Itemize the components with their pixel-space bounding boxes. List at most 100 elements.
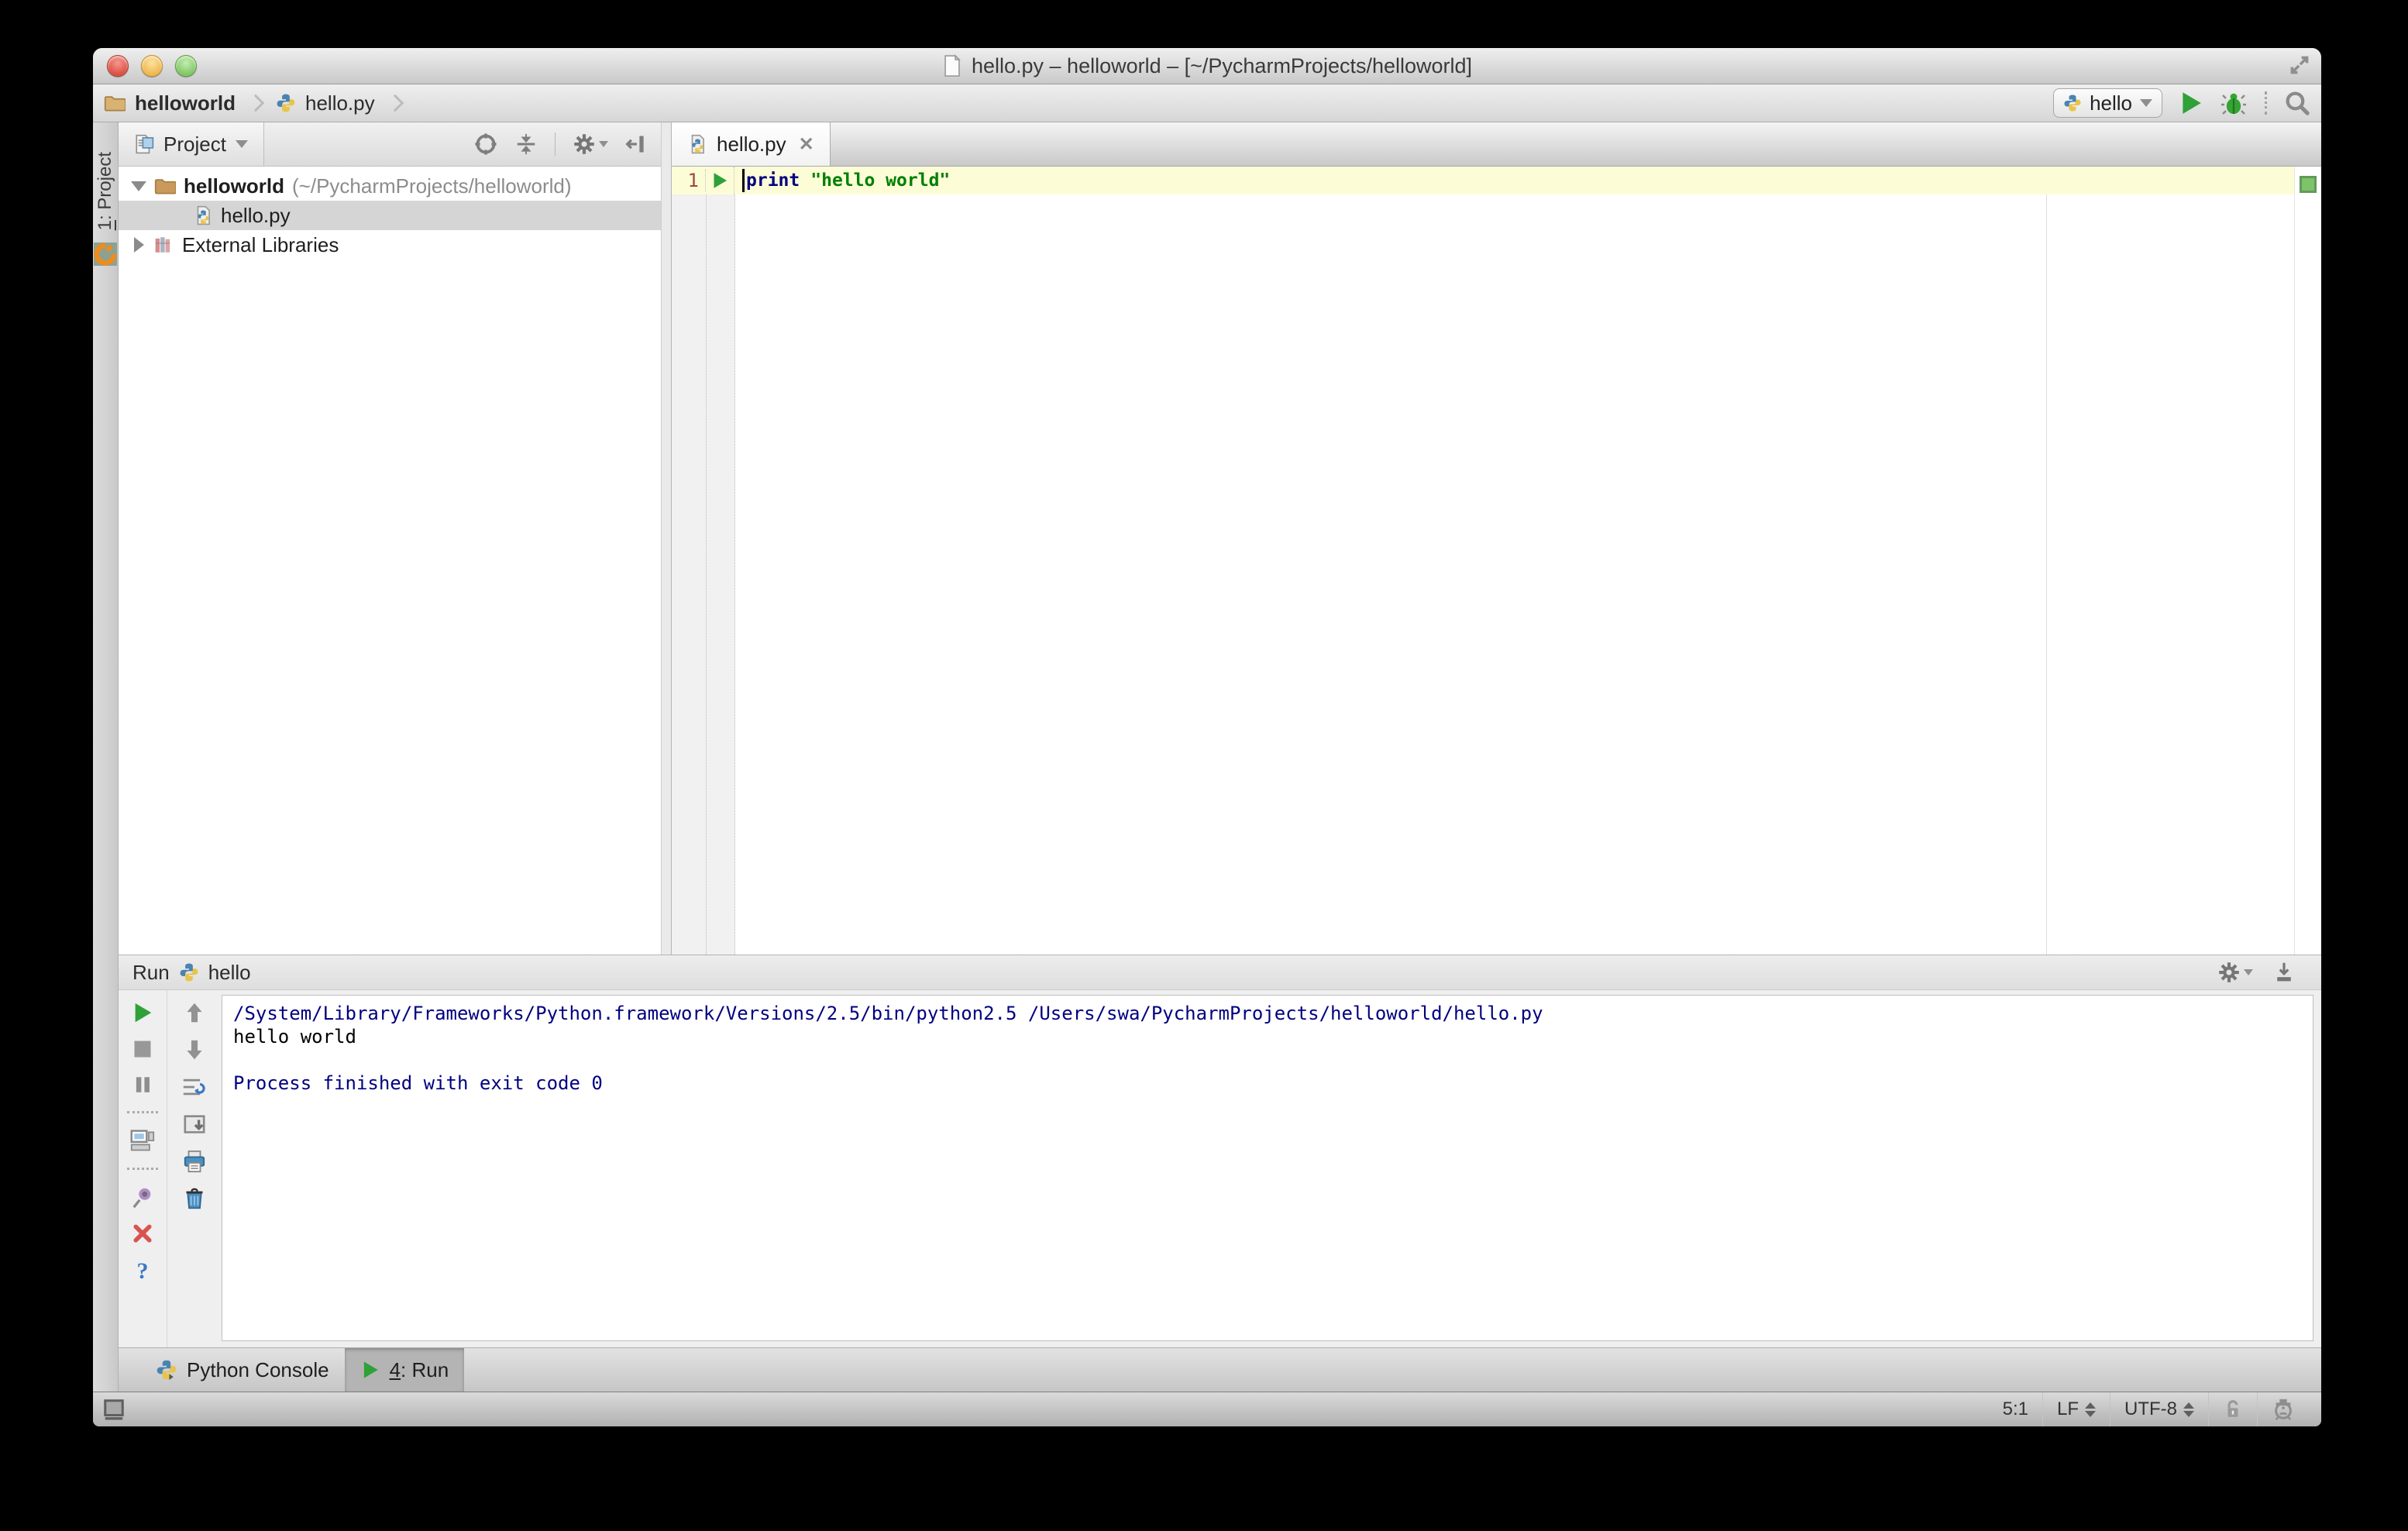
settings-gear-icon[interactable] [573, 132, 608, 156]
toolwindow-toggle-icon[interactable] [102, 1398, 126, 1421]
python-icon [2063, 94, 2082, 112]
pause-icon[interactable] [132, 1074, 153, 1096]
run-configuration-name: hello [2090, 91, 2132, 115]
console-line: /System/Library/Frameworks/Python.framew… [233, 1003, 1543, 1024]
readonly-lock-widget[interactable] [2208, 1392, 2257, 1426]
clear-all-icon[interactable] [184, 1187, 205, 1210]
next-occurrence-icon[interactable] [184, 1038, 205, 1061]
settings-gear-icon[interactable] [2217, 961, 2253, 984]
inspection-status-indicator[interactable] [2300, 176, 2317, 193]
resize-grip-icon[interactable] [2289, 54, 2310, 76]
project-tree: helloworld (~/PycharmProjects/helloworld… [119, 167, 661, 955]
rerun-icon[interactable] [131, 1001, 154, 1024]
pin-icon[interactable] [131, 1185, 154, 1209]
dock-pin-icon[interactable] [2273, 962, 2295, 983]
collapse-all-icon[interactable] [514, 132, 538, 156]
title-group: hello.py – helloworld – [~/PycharmProjec… [942, 54, 1472, 78]
project-panel-header: Project [119, 122, 661, 167]
toolbar-separator [555, 132, 556, 156]
toolwindow-button-python-console[interactable]: Python Console [140, 1348, 345, 1392]
stripe-button-project[interactable]: 1: Project [95, 152, 116, 230]
debug-button[interactable] [2220, 90, 2248, 116]
close-panel-icon[interactable] [132, 1223, 153, 1244]
editor-body[interactable]: 1 print "hello world" [672, 167, 2321, 955]
editor-tab-strip: hello.py ✕ [672, 122, 2321, 167]
prev-occurrence-icon[interactable] [184, 1001, 205, 1024]
run-toolbar-primary: ? [119, 990, 167, 1347]
window-title: hello.py – helloworld – [~/PycharmProjec… [971, 53, 1473, 77]
soft-wraps-icon[interactable] [182, 1075, 207, 1099]
editor-tab-hello-py[interactable]: hello.py ✕ [672, 122, 831, 166]
breadcrumb-item-file[interactable]: hello.py [305, 91, 375, 115]
restore-layout-icon[interactable] [130, 1129, 155, 1152]
run-line-marker-icon[interactable] [706, 167, 734, 194]
print-icon[interactable] [183, 1150, 206, 1173]
zoom-window-button[interactable] [175, 55, 197, 77]
main-area: 1: Project Project helloworld (~/Pycharm… [93, 122, 2321, 1392]
close-tab-icon[interactable]: ✕ [799, 133, 814, 156]
gutter-run-markers [707, 167, 735, 955]
toolbar-separator [127, 1168, 158, 1170]
minimize-window-button[interactable] [141, 55, 163, 77]
document-icon [942, 54, 962, 77]
run-panel-title: Run [132, 960, 170, 984]
breadcrumb-item-project[interactable]: helloworld [135, 91, 236, 115]
run-panel-actions [2217, 961, 2307, 984]
toolwindow-button-run[interactable]: 4: Run [344, 1348, 465, 1392]
folder-icon [154, 177, 176, 195]
run-panel-body: ? /System/Library/Frameworks/Python.fram… [119, 990, 2321, 1347]
tree-row-project-root[interactable]: helloworld (~/PycharmProjects/helloworld… [119, 171, 661, 201]
updown-spinner-icon [2085, 1402, 2096, 1417]
close-window-button[interactable] [107, 55, 129, 77]
pycharm-logo-icon [94, 243, 117, 267]
search-icon[interactable] [2284, 90, 2310, 116]
run-console-output[interactable]: /System/Library/Frameworks/Python.framew… [222, 995, 2313, 1341]
code-line-1[interactable]: 1 print "hello world" [672, 167, 2295, 194]
help-icon[interactable]: ? [137, 1258, 149, 1285]
tree-node-path: (~/PycharmProjects/helloworld) [292, 174, 572, 198]
run-configuration-select[interactable]: hello [2053, 88, 2162, 118]
panel-splitter[interactable] [661, 122, 672, 955]
run-button[interactable] [2178, 90, 2204, 116]
stop-icon[interactable] [132, 1038, 153, 1060]
scroll-to-end-icon[interactable] [183, 1113, 206, 1136]
tree-row-external-libraries[interactable]: External Libraries [119, 230, 661, 260]
project-view-selector[interactable]: Project [119, 122, 264, 166]
pycharm-window: hello.py – helloworld – [~/PycharmProjec… [93, 48, 2321, 1426]
encoding-widget[interactable]: UTF-8 [2110, 1392, 2208, 1426]
folder-icon [104, 94, 126, 112]
caret-position-widget[interactable]: 5:1 [1989, 1392, 2042, 1426]
chevron-right-icon [386, 94, 404, 112]
python-file-icon [687, 134, 707, 154]
upper-row: Project helloworld (~/PycharmProjects/he… [119, 122, 2321, 955]
toolbar-separator [2265, 91, 2267, 115]
run-tool-window: Run hello ? /System/Library/Frameworks/P… [119, 955, 2321, 1347]
disclosure-closed-icon[interactable] [131, 237, 146, 253]
run-panel-header[interactable]: Run hello [119, 955, 2321, 990]
hide-panel-icon[interactable] [625, 132, 647, 156]
code-string: "hello world" [810, 170, 951, 191]
code-keyword: print [746, 170, 800, 191]
lock-icon [2223, 1399, 2243, 1420]
title-bar[interactable]: hello.py – helloworld – [~/PycharmProjec… [93, 48, 2321, 84]
project-panel: Project helloworld (~/PycharmProjects/he… [119, 122, 661, 955]
line-separator-value: LF [2056, 1399, 2079, 1419]
disclosure-open-icon[interactable] [131, 181, 146, 191]
line-separator-widget[interactable]: LF [2042, 1392, 2110, 1426]
run-toolbar-secondary [167, 990, 222, 1347]
chevron-down-icon [2140, 99, 2152, 107]
editor-tab-label: hello.py [717, 132, 786, 156]
status-bar: 5:1 LF UTF-8 [93, 1392, 2321, 1426]
editor-scrollbar[interactable] [2294, 167, 2321, 955]
encoding-value: UTF-8 [2124, 1399, 2177, 1419]
inspections-profile-widget[interactable] [2257, 1392, 2309, 1426]
locate-icon[interactable] [474, 132, 497, 156]
gutter-line-numbers [672, 167, 707, 955]
hector-inspector-icon [2272, 1398, 2295, 1421]
toolbar-separator [127, 1111, 158, 1113]
python-file-icon [276, 93, 296, 113]
tree-row-hello-py[interactable]: hello.py [119, 201, 661, 230]
external-libraries-icon [154, 235, 174, 255]
tool-window-stripe: 1: Project [93, 122, 119, 1392]
tool-window-bar: Python Console 4: Run [119, 1347, 2321, 1392]
